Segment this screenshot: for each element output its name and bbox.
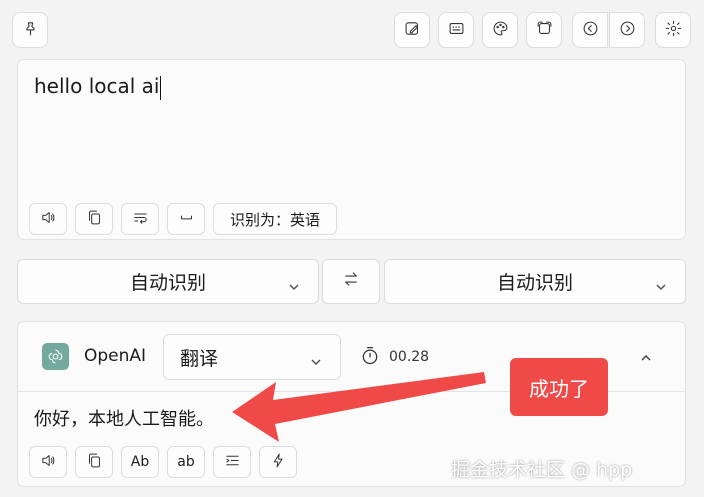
watermark: 掘金技术社区 @ hpp bbox=[451, 459, 633, 481]
pin-icon bbox=[22, 20, 39, 41]
detected-language-button[interactable]: 识别为：英语 bbox=[213, 203, 337, 235]
palette-button[interactable] bbox=[482, 12, 518, 48]
timer-icon bbox=[360, 346, 380, 370]
lowercase-button[interactable]: ab bbox=[167, 446, 205, 478]
chevron-down-icon bbox=[288, 276, 300, 290]
space-icon bbox=[178, 209, 195, 230]
source-copy-button[interactable] bbox=[75, 203, 113, 235]
swap-languages-button[interactable] bbox=[322, 259, 380, 304]
back-icon bbox=[582, 20, 599, 41]
target-language-label: 自动识别 bbox=[496, 272, 573, 294]
speaker-icon bbox=[40, 452, 57, 473]
copy-icon bbox=[86, 209, 103, 230]
callout-badge: 成功了 bbox=[510, 358, 608, 416]
edit-image-icon bbox=[404, 20, 421, 41]
mode-select[interactable]: 翻译 bbox=[163, 334, 341, 380]
back-button[interactable] bbox=[572, 12, 608, 48]
source-text-input[interactable]: hello local ai bbox=[34, 74, 162, 100]
mode-label: 翻译 bbox=[180, 347, 219, 370]
edit-image-button[interactable] bbox=[394, 12, 430, 48]
collapse-button[interactable] bbox=[640, 349, 658, 363]
chevron-down-icon bbox=[310, 351, 322, 366]
source-panel: hello local ai 识别为：英语 bbox=[17, 59, 686, 240]
result-copy-button[interactable] bbox=[75, 446, 113, 478]
detected-language-label: 识别为：英语 bbox=[229, 210, 320, 229]
space-button[interactable] bbox=[167, 203, 205, 235]
settings-icon bbox=[665, 20, 682, 41]
openai-logo-icon bbox=[42, 343, 69, 370]
forward-icon bbox=[619, 20, 636, 41]
source-text: hello local ai bbox=[34, 74, 160, 98]
elapsed-time: 00.28 bbox=[389, 349, 430, 365]
chevron-down-icon bbox=[655, 276, 667, 290]
lightning-button[interactable] bbox=[259, 446, 297, 478]
copy-icon bbox=[86, 452, 103, 473]
pin-button[interactable] bbox=[12, 12, 48, 48]
source-speak-button[interactable] bbox=[29, 203, 67, 235]
palette-icon bbox=[492, 20, 509, 41]
lightning-icon bbox=[270, 452, 287, 473]
service-name: OpenAI bbox=[84, 346, 147, 366]
wrap-text-button[interactable] bbox=[121, 203, 159, 235]
indent-button[interactable] bbox=[213, 446, 251, 478]
screenshot-icon bbox=[536, 20, 553, 41]
result-speak-button[interactable] bbox=[29, 446, 67, 478]
forward-button[interactable] bbox=[609, 12, 645, 48]
result-text: 你好，本地人工智能。 bbox=[34, 409, 214, 430]
source-language-label: 自动识别 bbox=[129, 272, 206, 294]
screenshot-button[interactable] bbox=[526, 12, 562, 48]
target-language-select[interactable]: 自动识别 bbox=[384, 259, 686, 304]
speaker-icon bbox=[40, 209, 57, 230]
callout-text: 成功了 bbox=[529, 376, 589, 401]
text-cursor bbox=[160, 75, 162, 100]
chevron-up-icon bbox=[640, 349, 652, 368]
indent-icon bbox=[224, 452, 241, 473]
capitalize-label: Ab bbox=[130, 454, 150, 470]
lowercase-label: ab bbox=[177, 454, 195, 470]
wrap-text-icon bbox=[132, 209, 149, 230]
settings-button[interactable] bbox=[655, 12, 691, 48]
swap-arrows-icon bbox=[342, 270, 360, 293]
keyboard-button[interactable] bbox=[438, 12, 474, 48]
keyboard-icon bbox=[448, 20, 465, 41]
source-language-select[interactable]: 自动识别 bbox=[17, 259, 319, 304]
capitalize-button[interactable]: Ab bbox=[121, 446, 159, 478]
